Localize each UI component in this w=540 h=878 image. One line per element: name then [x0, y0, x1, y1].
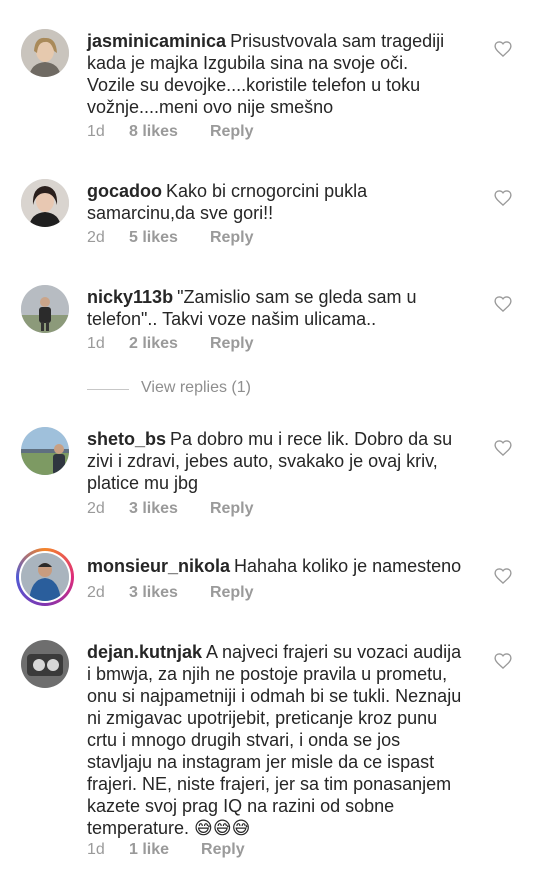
- heart-icon[interactable]: [493, 188, 513, 208]
- avatar[interactable]: [21, 427, 69, 475]
- comment-likes[interactable]: 8 likes: [129, 123, 178, 141]
- comment-meta: 1d 8 likes Reply: [87, 123, 254, 141]
- comment-text: gocadoo Kako bi crnogorcini pukla samarci…: [87, 180, 473, 224]
- comment-username[interactable]: monsieur_nikola: [87, 556, 230, 576]
- comment-username[interactable]: gocadoo: [87, 181, 162, 201]
- comment-time: 2d: [87, 229, 105, 246]
- avatar[interactable]: [21, 640, 69, 688]
- comment-time: 1d: [87, 123, 105, 140]
- comment-meta: 2d 5 likes Reply: [87, 229, 254, 247]
- heart-icon[interactable]: [493, 294, 513, 314]
- comment-body: A najveci frajeri su vozaci audija i bmw…: [87, 642, 462, 838]
- comment-time: 2d: [87, 584, 105, 601]
- comment-likes[interactable]: 3 likes: [129, 500, 178, 518]
- avatar[interactable]: [21, 29, 69, 77]
- comment-time: 1d: [87, 841, 105, 858]
- comment-username[interactable]: sheto_bs: [87, 429, 166, 449]
- reply-button[interactable]: Reply: [201, 841, 245, 859]
- comment-meta: 2d 3 likes Reply: [87, 500, 254, 518]
- heart-icon[interactable]: [493, 566, 513, 586]
- heart-icon[interactable]: [493, 39, 513, 59]
- comment-meta: 1d 2 likes Reply: [87, 335, 254, 353]
- comment-meta: 2d 3 likes Reply: [87, 584, 254, 602]
- avatar[interactable]: [21, 553, 69, 601]
- comment-text: monsieur_nikola Hahaha koliko je namesten…: [87, 555, 473, 577]
- reply-button[interactable]: Reply: [210, 229, 254, 247]
- avatar[interactable]: [21, 179, 69, 227]
- comment-time: 1d: [87, 335, 105, 352]
- heart-icon[interactable]: [493, 651, 513, 671]
- comment-body: Hahaha koliko je namesteno: [234, 556, 462, 576]
- comment-likes[interactable]: 1 like: [129, 841, 169, 859]
- comment-meta: 1d 1 like Reply: [87, 841, 245, 859]
- reply-button[interactable]: Reply: [210, 335, 254, 353]
- comment-likes[interactable]: 3 likes: [129, 584, 178, 602]
- reply-button[interactable]: Reply: [210, 123, 254, 141]
- comment-text: jasminicaminica Prisustvovala sam tragedi…: [87, 30, 473, 118]
- heart-icon[interactable]: [493, 438, 513, 458]
- reply-button[interactable]: Reply: [210, 500, 254, 518]
- view-replies-label[interactable]: View replies (1): [141, 379, 251, 397]
- story-ring[interactable]: [16, 548, 74, 606]
- avatar[interactable]: [21, 285, 69, 333]
- comment-text: nicky113b "Zamislio sam se gleda sam u te…: [87, 286, 473, 330]
- comment-username[interactable]: dejan.kutnjak: [87, 642, 202, 662]
- reply-button[interactable]: Reply: [210, 584, 254, 602]
- comment-username[interactable]: nicky113b: [87, 287, 173, 307]
- comment-text: dejan.kutnjak A najveci frajeri su vozaci…: [87, 641, 473, 839]
- comment-username[interactable]: jasminicaminica: [87, 31, 226, 51]
- comment-time: 2d: [87, 500, 105, 517]
- comment-text: sheto_bs Pa dobro mu i rece lik. Dobro da…: [87, 428, 473, 494]
- replies-divider: [87, 389, 129, 390]
- comment-likes[interactable]: 2 likes: [129, 335, 178, 353]
- comment-likes[interactable]: 5 likes: [129, 229, 178, 247]
